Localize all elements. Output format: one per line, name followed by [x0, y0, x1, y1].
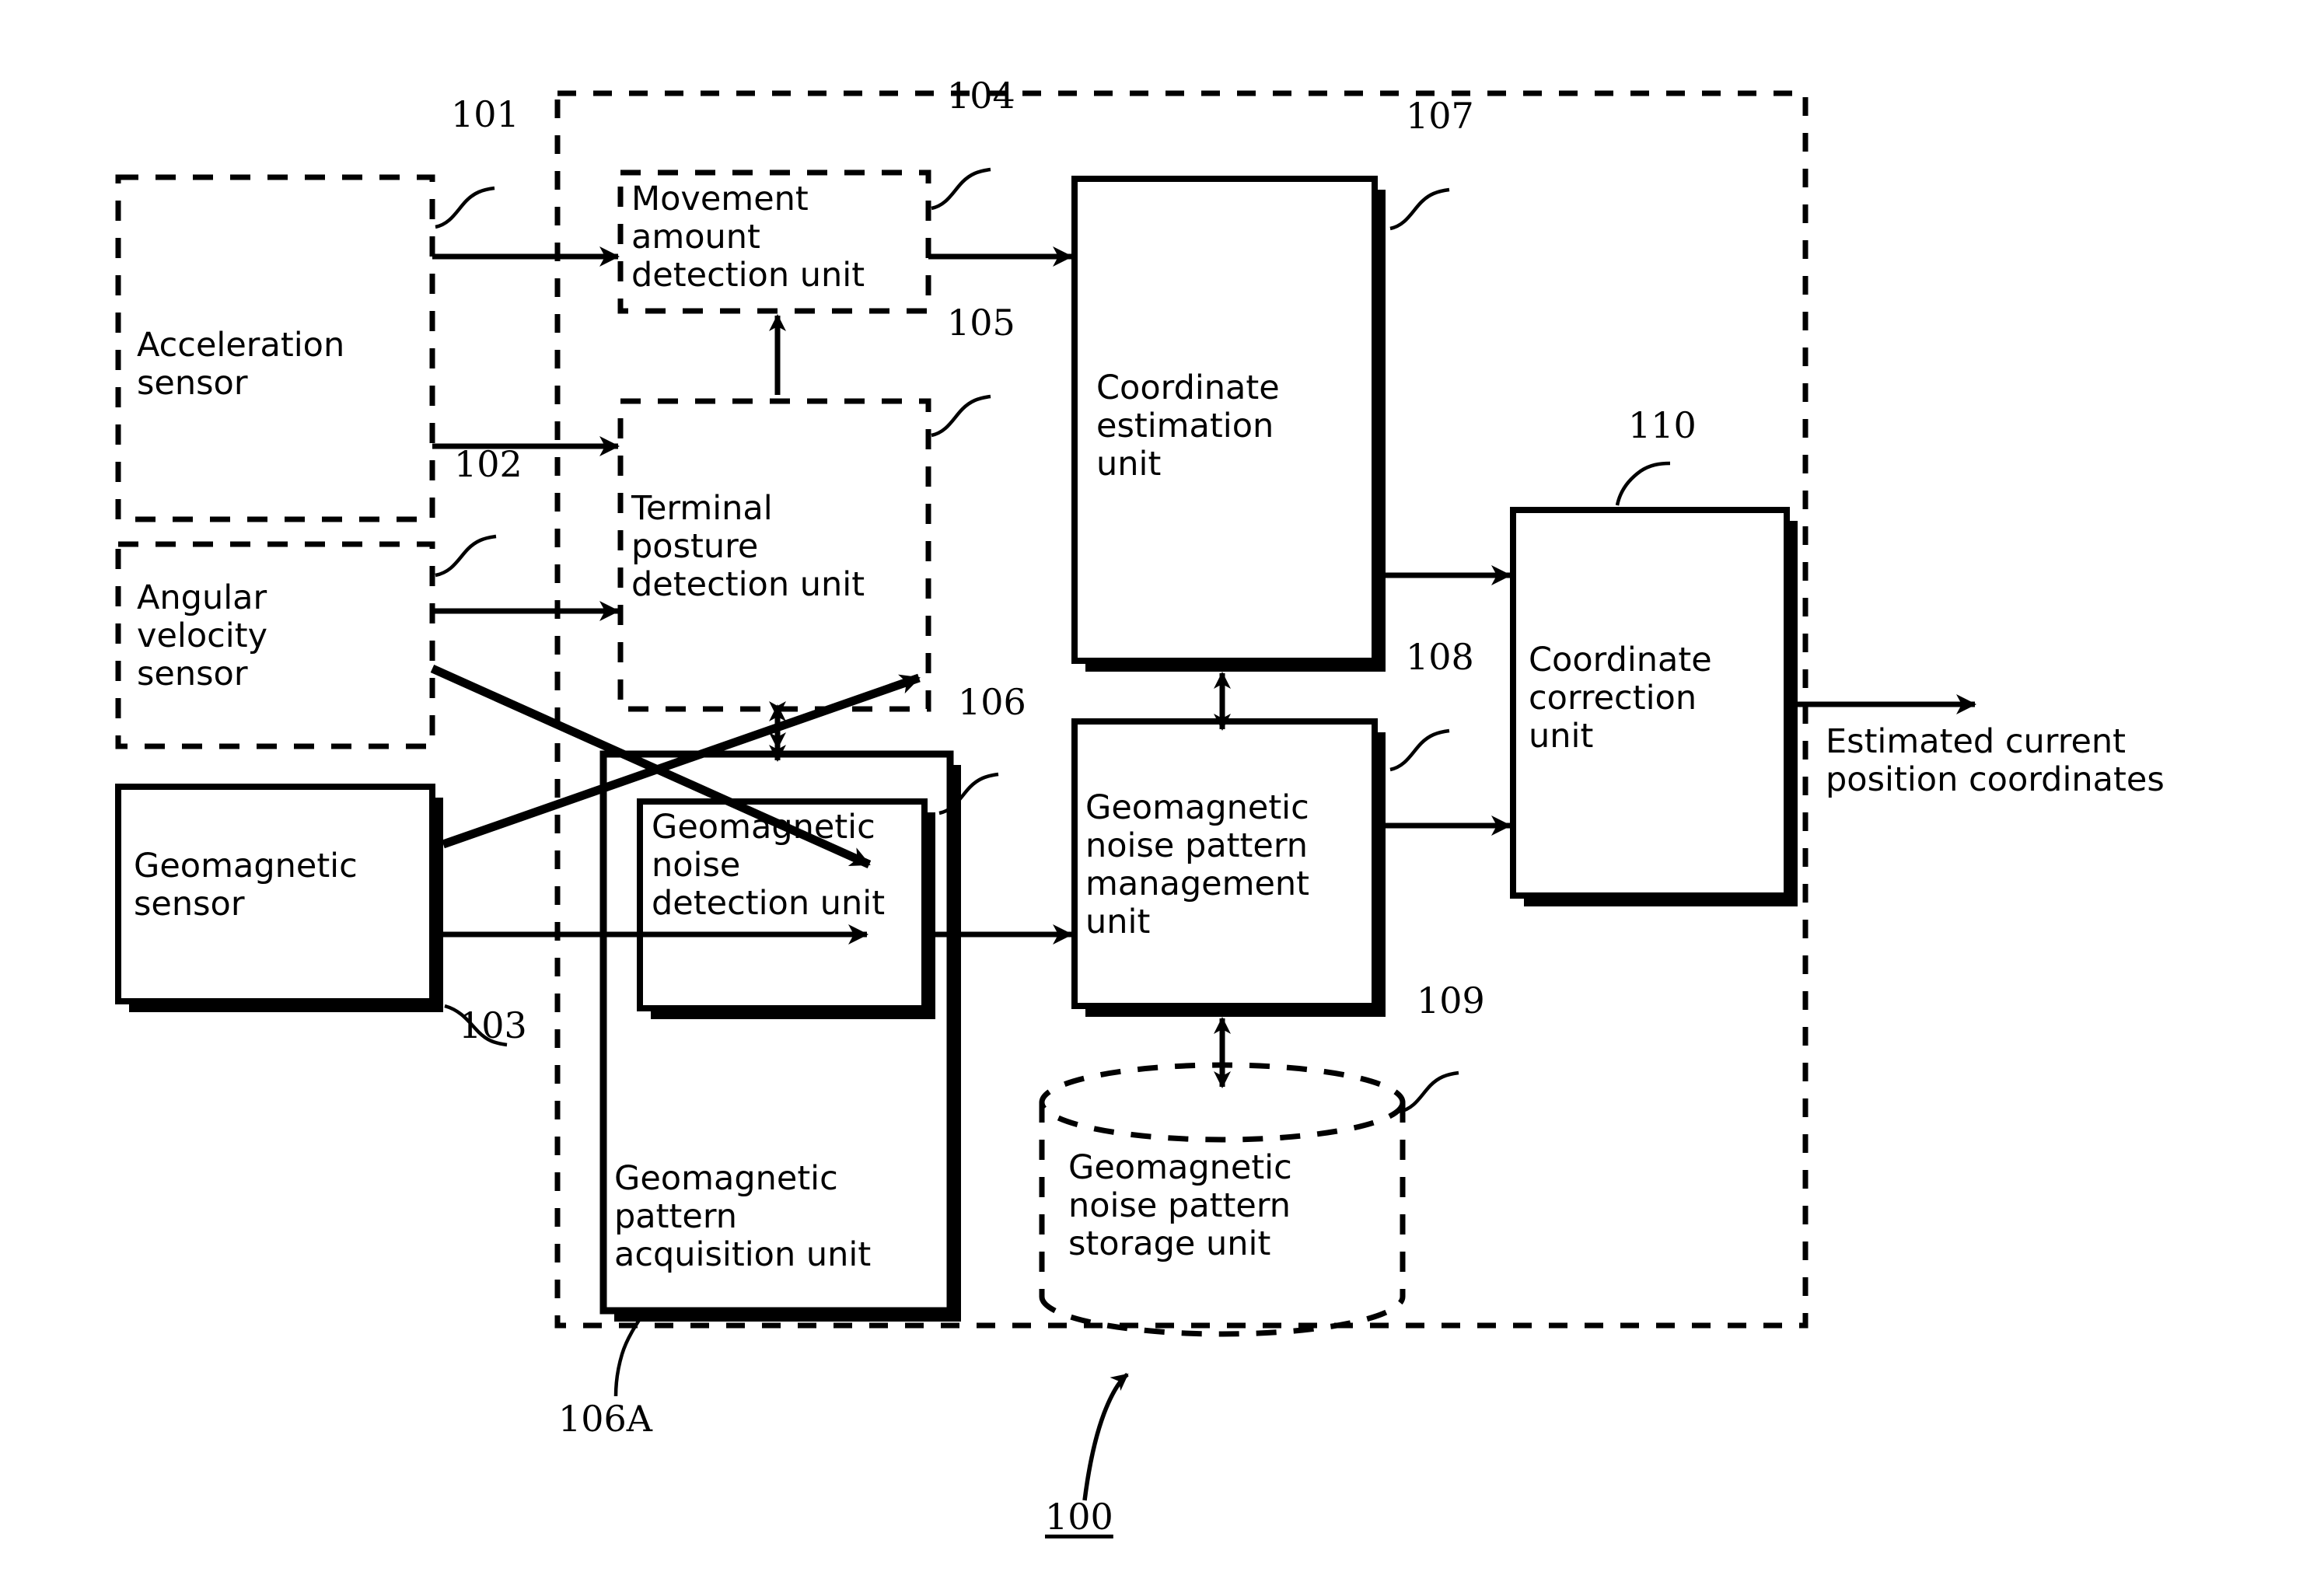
acceleration-sensor-label: Acceleration sensor — [137, 326, 345, 403]
ref-109: 109 — [1417, 980, 1485, 1021]
geomagnetic-noise-detection-unit-label: Geomagnetic noise detection unit — [652, 808, 886, 924]
ref-108: 108 — [1406, 636, 1474, 678]
ref-107: 107 — [1406, 95, 1474, 137]
angular-velocity-sensor-label: Angular velocity sensor — [137, 578, 268, 694]
ref-103: 103 — [459, 1004, 527, 1046]
leader-101 — [435, 186, 495, 229]
coordinate-estimation-unit-label: Coordinate estimation unit — [1096, 368, 1280, 484]
geomagnetic-noise-pattern-management-unit-label: Geomagnetic noise pattern management uni… — [1085, 788, 1310, 942]
leader-102 — [435, 534, 497, 578]
figure-canvas: Acceleration sensor Angular velocity sen… — [0, 0, 2324, 1575]
ref-104: 104 — [947, 75, 1015, 117]
ref-106: 106 — [958, 681, 1026, 723]
leader-108 — [1389, 728, 1450, 772]
leader-110 — [1615, 461, 1671, 506]
ref-106a: 106A — [558, 1398, 653, 1440]
ref-102: 102 — [454, 443, 522, 485]
terminal-posture-detection-unit-label: Terminal posture detection unit — [631, 489, 865, 605]
ref-105: 105 — [947, 302, 1015, 344]
movement-amount-detection-unit-label: Movement amount detection unit — [631, 180, 865, 295]
geomagnetic-noise-pattern-storage-unit-label: Geomagnetic noise pattern storage unit — [1068, 1148, 1292, 1264]
leader-105 — [931, 394, 991, 438]
leader-107 — [1389, 187, 1450, 231]
geomagnetic-pattern-acquisition-unit-label: Geomagnetic pattern acquisition unit — [614, 1159, 872, 1275]
ref-100: 100 — [1045, 1496, 1113, 1538]
coordinate-correction-unit-label: Coordinate correction unit — [1529, 641, 1712, 756]
geomagnetic-sensor-label: Geomagnetic sensor — [134, 847, 358, 924]
estimated-current-position-coordinates-label: Estimated current position coordinates — [1826, 722, 2165, 800]
leader-109 — [1399, 1070, 1459, 1114]
leader-100 — [1082, 1372, 1129, 1501]
ref-101: 101 — [451, 93, 519, 135]
ref-110: 110 — [1628, 404, 1697, 446]
